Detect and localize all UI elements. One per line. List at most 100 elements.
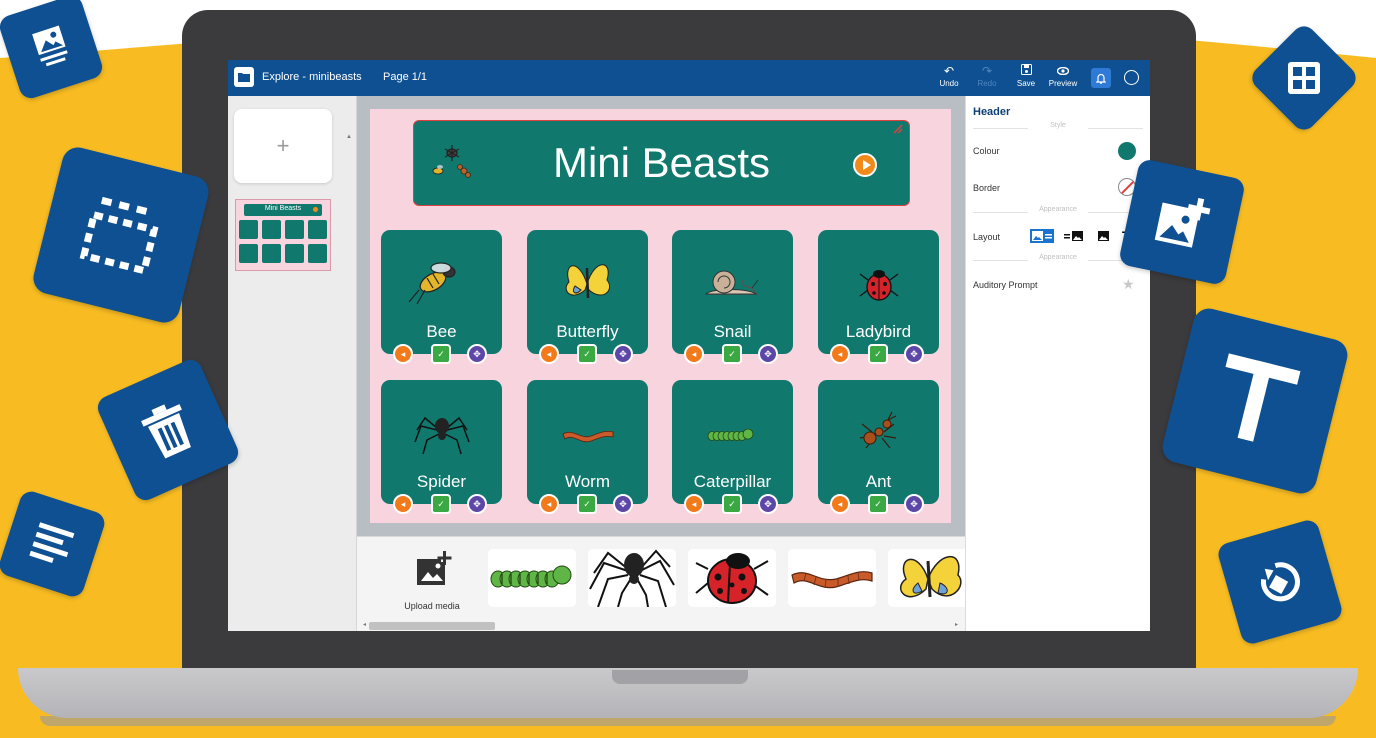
- save-icon: [1009, 64, 1043, 79]
- card-label: Spider: [416, 472, 467, 491]
- card-label: Butterfly: [556, 322, 619, 341]
- audio-icon[interactable]: ◂: [684, 494, 704, 514]
- card-spider[interactable]: Spider ◂ ✓ ✥: [381, 380, 502, 514]
- scroll-right-arrow-icon[interactable]: ▸: [955, 621, 958, 628]
- media-scrollbar[interactable]: ◂ ▸: [363, 622, 961, 630]
- ant-icon: [859, 411, 897, 449]
- audio-icon[interactable]: ◂: [539, 344, 559, 364]
- check-icon[interactable]: ✓: [868, 494, 888, 514]
- app-toolbar: Explore - minibeasts Page 1/1 ↶ Undo ↷ R…: [228, 60, 1150, 96]
- move-icon[interactable]: ✥: [904, 494, 924, 514]
- image-text-icon: [32, 25, 68, 67]
- audio-icon[interactable]: ◂: [539, 494, 559, 514]
- snail-icon: [704, 270, 759, 295]
- card-caterpillar[interactable]: Caterpillar ◂ ✓ ✥: [672, 380, 793, 514]
- layout-image-right-icon: [1064, 231, 1083, 241]
- spider-media-icon: [589, 549, 675, 607]
- thumbnail-play-icon: [313, 207, 318, 212]
- thumbnail-card: [285, 220, 304, 239]
- check-icon[interactable]: ✓: [577, 494, 597, 514]
- move-icon[interactable]: ✥: [904, 344, 924, 364]
- thumbnail-card: [308, 220, 327, 239]
- border-label: Border: [973, 183, 1001, 193]
- audio-icon[interactable]: ◂: [684, 344, 704, 364]
- card-ladybird[interactable]: Ladybird ◂ ✓ ✥: [818, 230, 939, 364]
- appearance-section-divider-2: Appearance: [973, 254, 1143, 266]
- resize-handle-icon[interactable]: [892, 123, 904, 135]
- card-snail[interactable]: Snail ◂ ✓ ✥: [672, 230, 793, 364]
- add-page-button[interactable]: +: [234, 109, 332, 183]
- butterfly-image[interactable]: [888, 549, 965, 607]
- caterpillar-image[interactable]: [488, 549, 576, 607]
- card-label: Ladybird: [845, 322, 912, 341]
- redo-button[interactable]: ↷ Redo: [970, 64, 1004, 92]
- app-screen: Explore - minibeasts Page 1/1 ↶ Undo ↷ R…: [228, 60, 1150, 631]
- thumbnail-card: [308, 244, 327, 263]
- upload-media-button[interactable]: Upload media: [397, 551, 467, 617]
- thumbnail-card: [239, 244, 258, 263]
- undo-icon: ↶: [943, 64, 955, 78]
- media-library: Upload media ◂ ▸: [357, 536, 965, 631]
- panel-title: Header: [973, 106, 1011, 118]
- star-icon[interactable]: ★: [1122, 276, 1135, 293]
- notifications-button[interactable]: [1091, 68, 1111, 88]
- scroll-left-arrow-icon[interactable]: ◂: [363, 621, 366, 628]
- ladybird-image[interactable]: [688, 549, 776, 607]
- add-image-icon: [1154, 197, 1211, 248]
- header-card[interactable]: Mini Beasts: [413, 120, 910, 206]
- move-icon[interactable]: ✥: [758, 344, 778, 364]
- check-icon[interactable]: ✓: [431, 494, 451, 514]
- audio-icon[interactable]: ◂: [830, 344, 850, 364]
- activity-title[interactable]: Explore - minibeasts: [262, 71, 362, 83]
- check-icon[interactable]: ✓: [577, 344, 597, 364]
- card-worm[interactable]: Worm ◂ ✓ ✥: [527, 380, 648, 514]
- colour-swatch[interactable]: [1118, 142, 1136, 160]
- worm-icon: [562, 430, 614, 443]
- scrollbar-thumb[interactable]: [369, 622, 495, 630]
- card-label: Worm: [564, 472, 610, 491]
- card-bee[interactable]: Bee ◂ ✓ ✥: [381, 230, 502, 364]
- layout-image-right-option[interactable]: [1064, 229, 1084, 243]
- audio-icon[interactable]: ◂: [393, 344, 413, 364]
- undo-button[interactable]: ↶ Undo: [932, 64, 966, 92]
- card-butterfly[interactable]: Butterfly ◂ ✓ ✥: [527, 230, 648, 364]
- worm-image[interactable]: [788, 549, 876, 607]
- layout-image-left-option[interactable]: [1030, 229, 1054, 243]
- thumbnail-card: [262, 220, 281, 239]
- laptop-notch: [612, 670, 748, 684]
- move-icon[interactable]: ✥: [613, 344, 633, 364]
- folder-button[interactable]: [234, 67, 254, 87]
- move-icon[interactable]: ✥: [758, 494, 778, 514]
- check-icon[interactable]: ✓: [431, 344, 451, 364]
- upload-media-label: Upload media: [404, 601, 460, 611]
- bell-icon: [1096, 73, 1106, 84]
- check-icon[interactable]: ✓: [868, 344, 888, 364]
- account-button[interactable]: [1124, 70, 1139, 85]
- move-icon[interactable]: ✥: [467, 494, 487, 514]
- style-section-divider: Style: [973, 122, 1143, 134]
- appearance-section-label: Appearance: [1039, 206, 1077, 213]
- save-button[interactable]: Save: [1009, 64, 1043, 92]
- rotate-icon: [1261, 562, 1300, 602]
- preview-button[interactable]: Preview: [1046, 64, 1080, 92]
- move-icon[interactable]: ✥: [467, 344, 487, 364]
- layout-image-left-icon: [1030, 229, 1054, 243]
- layout-image-only-option[interactable]: [1098, 229, 1110, 243]
- style-section-label: Style: [1050, 122, 1066, 129]
- card-ant[interactable]: Ant ◂ ✓ ✥: [818, 380, 939, 514]
- layout-label: Layout: [973, 232, 1001, 242]
- check-icon[interactable]: ✓: [722, 494, 742, 514]
- thumbnail-card: [239, 220, 258, 239]
- audio-icon[interactable]: ◂: [830, 494, 850, 514]
- spider-image[interactable]: [588, 549, 676, 607]
- check-icon[interactable]: ✓: [722, 344, 742, 364]
- play-icon[interactable]: [853, 153, 877, 177]
- butterfly-media-icon: [900, 556, 962, 598]
- grid-icon: [1288, 62, 1320, 94]
- move-icon[interactable]: ✥: [613, 494, 633, 514]
- image-add-icon: [417, 551, 452, 585]
- page-thumbnail-1[interactable]: Mini Beasts: [235, 199, 331, 271]
- audio-icon[interactable]: ◂: [393, 494, 413, 514]
- scroll-up-arrow-icon[interactable]: ▲: [346, 134, 352, 140]
- activity-page[interactable]: Mini Beasts Bee ◂ ✓ ✥ Butterfly ◂ ✓ ✥ Snail ◂ ✓ ✥ La…: [370, 109, 951, 523]
